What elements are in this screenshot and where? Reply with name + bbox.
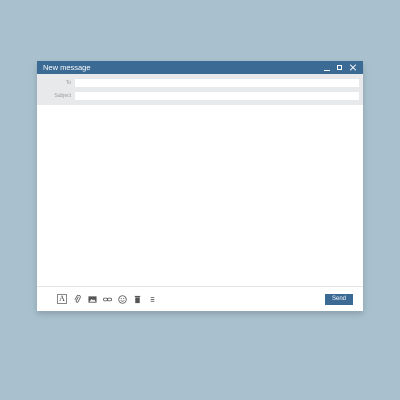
- text-format-icon[interactable]: A: [57, 294, 67, 304]
- message-body[interactable]: [37, 106, 363, 286]
- window-controls: [323, 64, 357, 72]
- subject-row: Subject: [41, 90, 359, 101]
- to-field[interactable]: [75, 78, 359, 87]
- toolbar-tools: A: [57, 294, 325, 304]
- minimize-icon[interactable]: [323, 64, 331, 72]
- trash-icon[interactable]: [132, 294, 142, 304]
- window-titlebar: New message: [37, 61, 363, 74]
- subject-label: Subject: [54, 92, 71, 99]
- paperclip-icon[interactable]: [72, 294, 82, 304]
- close-icon[interactable]: [349, 64, 357, 72]
- compose-window: New message To Subject A Send: [37, 61, 363, 311]
- header-fields: To Subject: [37, 74, 363, 105]
- more-options-icon[interactable]: [147, 294, 157, 304]
- window-title: New message: [43, 63, 91, 72]
- to-row: To: [41, 77, 359, 88]
- maximize-icon[interactable]: [336, 64, 344, 72]
- subject-field[interactable]: [75, 91, 359, 100]
- send-button[interactable]: Send: [324, 293, 353, 305]
- emoji-icon[interactable]: [117, 294, 127, 304]
- compose-toolbar: A Send: [37, 286, 363, 311]
- image-icon[interactable]: [87, 294, 97, 304]
- to-label: To: [65, 79, 71, 86]
- link-icon[interactable]: [102, 294, 112, 304]
